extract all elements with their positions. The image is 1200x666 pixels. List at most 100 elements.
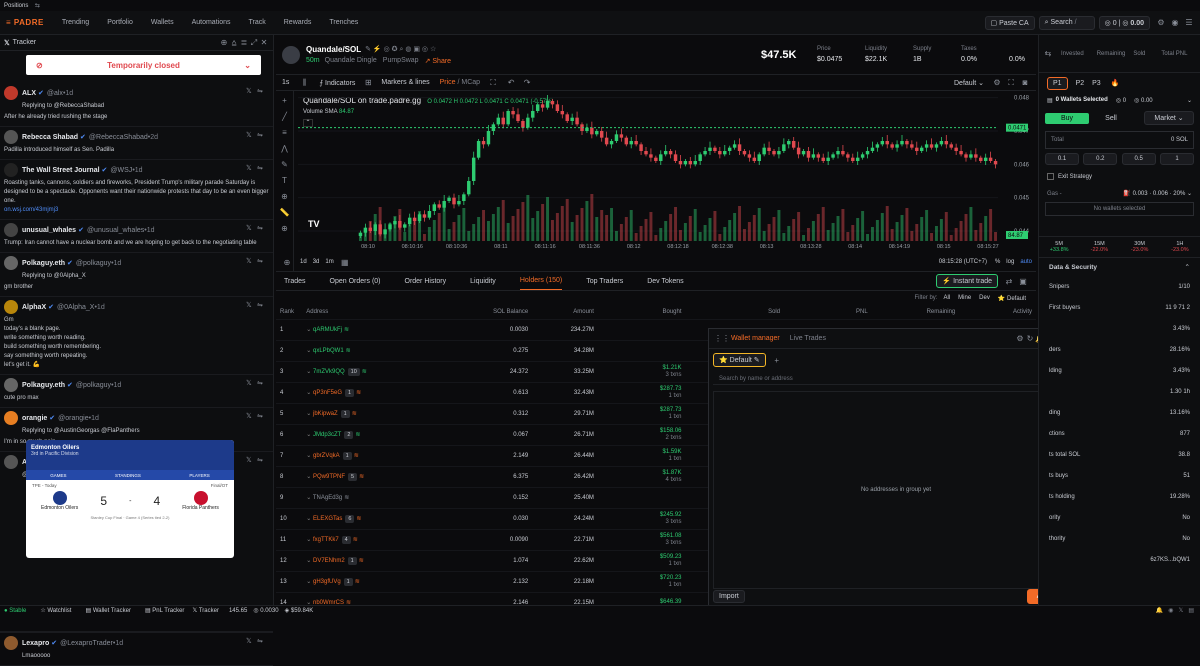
- translate-icon[interactable]: ⇋: [257, 224, 265, 232]
- avatar[interactable]: [4, 411, 18, 425]
- post-author[interactable]: ALX: [22, 90, 36, 97]
- avatar[interactable]: [4, 163, 18, 177]
- address-cell[interactable]: ⌄ PQw9TPNF 5 ≋: [302, 466, 444, 487]
- address-text[interactable]: qARMUkFj: [313, 327, 342, 333]
- token-pair[interactable]: Quandale/SOL: [306, 45, 361, 54]
- markers-button[interactable]: Markers & lines: [381, 79, 429, 86]
- menu-icon[interactable]: ☰: [1184, 18, 1194, 28]
- tracker-post[interactable]: Polkaguy.eth ✔ @polkaguy • 1d Replying to @…: [0, 253, 273, 297]
- address-text[interactable]: PQw9TPNF: [313, 474, 345, 480]
- timeframe-cell[interactable]: 30M -23.0%: [1120, 241, 1160, 253]
- x-icon[interactable]: 𝕏: [1178, 607, 1183, 614]
- camera-icon[interactable]: ◙: [1020, 78, 1030, 88]
- column-header[interactable]: PNL: [784, 305, 872, 319]
- instant-trade-button[interactable]: ⚡ Instant trade: [936, 274, 998, 288]
- post-author[interactable]: The Wall Street Journal: [22, 167, 100, 174]
- post-author[interactable]: Polkaguy.eth: [22, 260, 65, 267]
- fire-icon[interactable]: 🔥: [1111, 79, 1120, 87]
- x-icon[interactable]: 𝕏: [246, 637, 254, 645]
- address-cell[interactable]: ⌄ qARMUkFj ≋: [302, 319, 444, 340]
- address-text[interactable]: DV7ENhm2: [313, 558, 345, 564]
- translate-icon[interactable]: ⇋: [257, 87, 265, 95]
- range-1m[interactable]: 1m: [325, 259, 333, 265]
- exit-strategy-row[interactable]: Exit Strategy: [1047, 173, 1192, 180]
- indicators-button[interactable]: ⨍ Indicators: [319, 79, 355, 87]
- filter-icon[interactable]: ⩠: [229, 38, 239, 48]
- token-avatar[interactable]: [282, 45, 300, 64]
- address-cell[interactable]: ⌄ JMdp3cZT 2 ≋: [302, 424, 444, 445]
- preset-p3[interactable]: P3: [1092, 80, 1101, 87]
- post-link[interactable]: on.wsj.com/43mjmj3: [4, 207, 58, 213]
- address-cell[interactable]: ⌄ fxgTTKk7 4 ≋: [302, 529, 444, 550]
- quick-amount-button[interactable]: 0.5: [1121, 153, 1156, 165]
- settings-icon[interactable]: ⚙: [1156, 18, 1166, 28]
- avatar[interactable]: [4, 223, 18, 237]
- address-cell[interactable]: ⌄ TNAgEd3g ≋: [302, 487, 444, 508]
- nav-portfolio[interactable]: Portfolio: [107, 19, 133, 26]
- no-wallets-button[interactable]: No wallets selected: [1045, 202, 1194, 216]
- translate-icon[interactable]: ⇋: [257, 412, 265, 420]
- post-author[interactable]: Lexapro: [22, 640, 49, 647]
- settings-icon[interactable]: ⚙: [1015, 334, 1025, 344]
- nav-trenches[interactable]: Trenches: [329, 19, 358, 26]
- column-header[interactable]: Rank: [276, 305, 302, 319]
- game-card[interactable]: Edmonton Oilers 3rd in Pacific Division …: [26, 440, 234, 558]
- gas-row[interactable]: Gas - ⛽ 0.003 · 0.006 · 20% ⌄: [1047, 190, 1192, 198]
- timeframe-cell[interactable]: 5M +33.8%: [1039, 241, 1079, 253]
- layout-select[interactable]: Default ⌄: [954, 79, 984, 87]
- filter-default[interactable]: ⭐ Default: [998, 295, 1026, 302]
- address-text[interactable]: jbKipwaZ: [313, 411, 338, 417]
- quick-amount-button[interactable]: 0.2: [1083, 153, 1118, 165]
- filter-dev[interactable]: Dev: [979, 295, 990, 301]
- x-icon[interactable]: 𝕏: [246, 257, 254, 265]
- wm-search-input[interactable]: Search by name or address: [713, 373, 1079, 385]
- measure-icon[interactable]: ⊕: [280, 191, 290, 201]
- close-icon[interactable]: ✕: [259, 38, 269, 48]
- column-header[interactable]: Remaining: [872, 305, 960, 319]
- text-icon[interactable]: T: [280, 175, 290, 185]
- interval-button[interactable]: 1s: [282, 79, 289, 86]
- sell-tab[interactable]: Sell: [1089, 113, 1133, 124]
- nav-trending[interactable]: Trending: [62, 19, 89, 26]
- address-text[interactable]: qxLPbQW1: [313, 348, 344, 354]
- total-input[interactable]: Total 0 SOL: [1045, 131, 1194, 149]
- translate-icon[interactable]: ⇋: [257, 164, 265, 172]
- address-text[interactable]: JMdp3cZT: [313, 432, 341, 438]
- bell-icon[interactable]: 🔔: [1156, 607, 1163, 614]
- post-author[interactable]: Polkaguy.eth: [22, 382, 65, 389]
- tab-holders[interactable]: Holders (150): [519, 272, 563, 290]
- tracker-post[interactable]: Lexapro ✔ @LexaproTrader • 1d Lmaooooo 𝕏 ⇋: [0, 632, 273, 666]
- maximize-icon[interactable]: ⛶: [1006, 78, 1016, 88]
- address-cell[interactable]: ⌄ gH3gfUVg 1 ≋: [302, 571, 444, 592]
- closed-banner[interactable]: ⊘ Temporarily closed ⌄: [26, 55, 261, 75]
- split-icon[interactable]: ⇄: [1004, 276, 1014, 286]
- column-header[interactable]: Address: [302, 305, 444, 319]
- auto-toggle[interactable]: auto: [1020, 259, 1032, 265]
- token-social-icons[interactable]: ✎ ⚡ ◎ ✪ ⌕ ◍ ▣ ◎ ☆: [365, 45, 436, 54]
- post-author[interactable]: unusual_whales: [22, 227, 76, 234]
- address-text[interactable]: gH3gfUVg: [313, 579, 341, 585]
- address-cell[interactable]: ⌄ qxLPbQW1 ≋: [302, 340, 444, 361]
- wm-tab-live[interactable]: Live Trades: [790, 335, 826, 342]
- tab-dev-tokens[interactable]: Dev Tokens: [647, 273, 683, 290]
- address-cell[interactable]: ⌄ DV7ENhm2 1 ≋: [302, 550, 444, 571]
- x-icon[interactable]: 𝕏: [246, 87, 254, 95]
- share-button[interactable]: ↗ Share: [425, 57, 452, 65]
- post-author[interactable]: Rebecca Shabad: [22, 134, 78, 141]
- translate-icon[interactable]: ⇋: [257, 456, 265, 464]
- fullscreen-icon[interactable]: ⛶: [488, 78, 498, 88]
- undo-icon[interactable]: ↶: [506, 78, 516, 88]
- quick-amount-button[interactable]: 0.1: [1045, 153, 1079, 165]
- import-button[interactable]: Import: [713, 590, 745, 603]
- translate-icon[interactable]: ⇋: [257, 379, 265, 387]
- column-header[interactable]: Sold: [686, 305, 785, 319]
- redo-icon[interactable]: ↷: [522, 78, 532, 88]
- x-icon[interactable]: 𝕏: [246, 131, 254, 139]
- address-cell[interactable]: ⌄ ELEXGTas 6 ≋: [302, 508, 444, 529]
- order-type-select[interactable]: Market ⌄: [1144, 111, 1194, 125]
- address-cell[interactable]: ⌄ jbKipwaZ 1 ≋: [302, 403, 444, 424]
- tracker-post[interactable]: Polkaguy.eth ✔ @polkaguy • 1d cute pro max 𝕏…: [0, 375, 273, 408]
- address-cell[interactable]: ⌄ qP3nF5eG 1 ≋: [302, 382, 444, 403]
- address-text[interactable]: gbrZVqkA: [313, 453, 340, 459]
- address-cell[interactable]: ⌄ gbrZVqkA 1 ≋: [302, 445, 444, 466]
